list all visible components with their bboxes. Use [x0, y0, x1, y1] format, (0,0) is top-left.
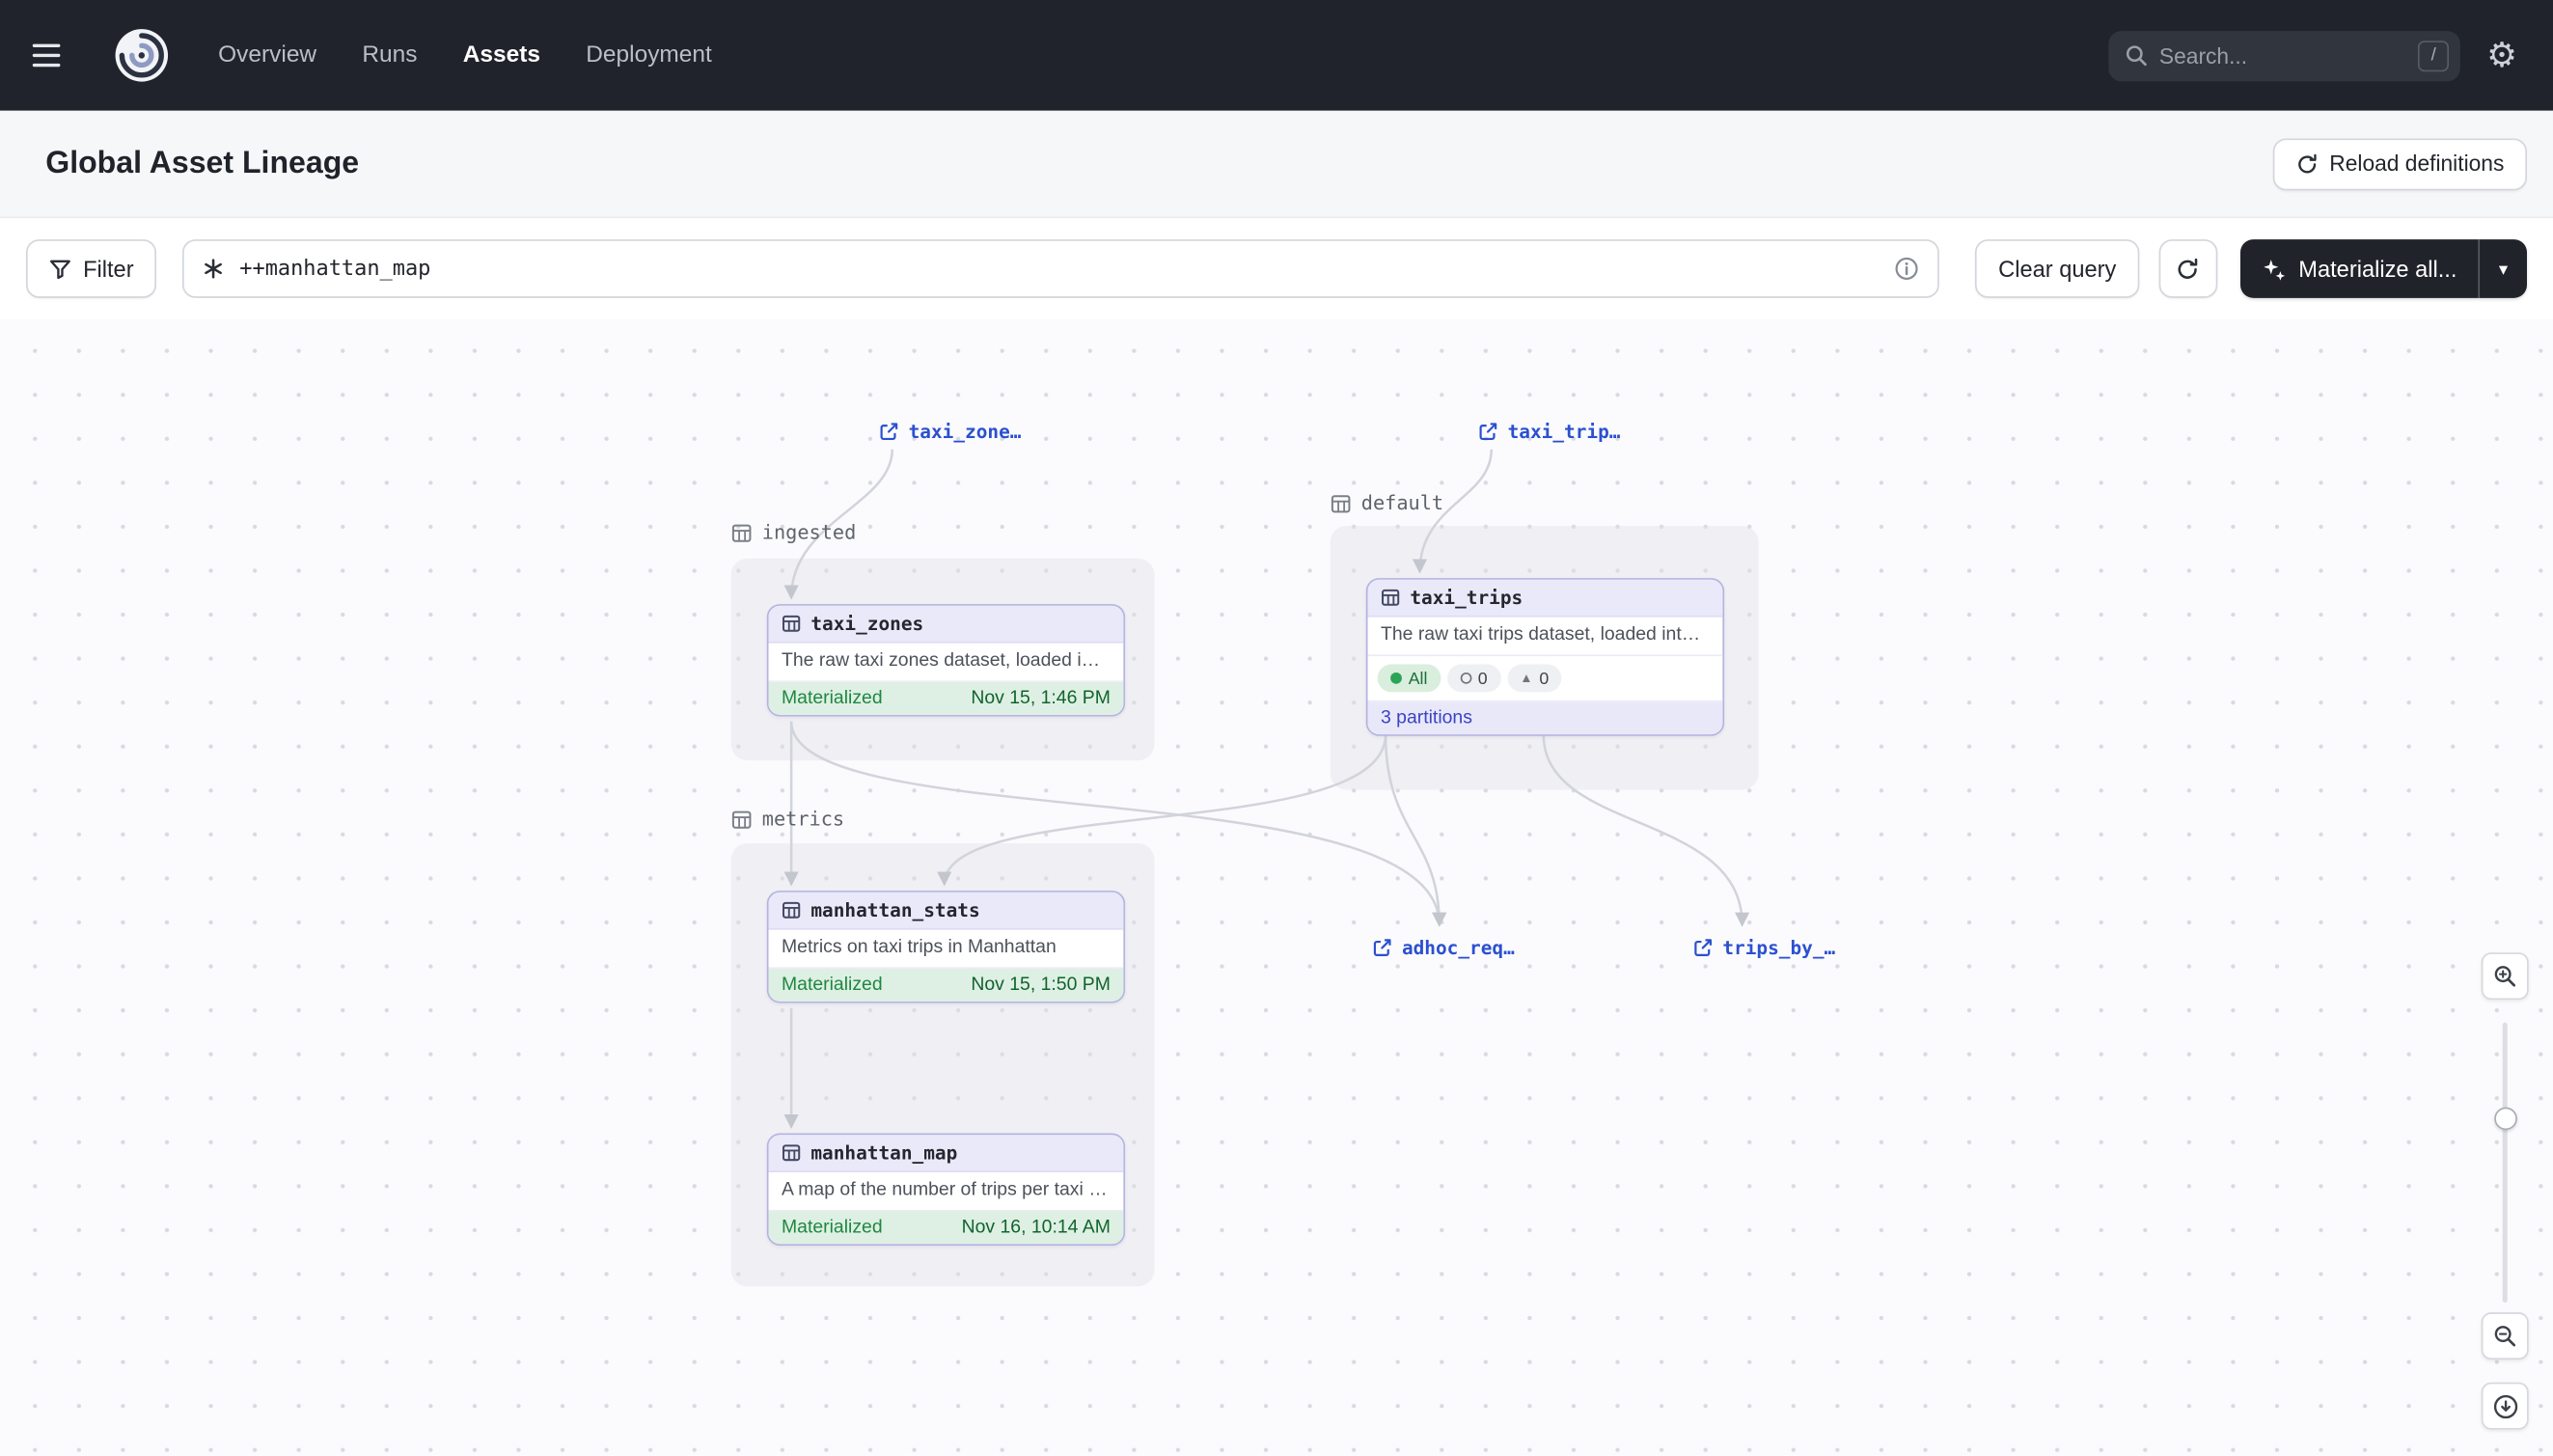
external-link-icon — [1693, 938, 1713, 957]
filter-funnel-icon — [49, 258, 72, 281]
asset-name: manhattan_map — [810, 1141, 957, 1165]
external-asset-taxi_trip_file[interactable]: taxi_trip… — [1478, 420, 1620, 443]
settings-gear-icon[interactable]: ⚙ — [2486, 39, 2517, 72]
materialize-all-button[interactable]: Materialize all... — [2240, 239, 2479, 298]
group-grid-icon — [1331, 492, 1352, 513]
group-label-metrics[interactable]: metrics — [731, 808, 844, 831]
materialized-timestamp: Nov 15, 1:46 PM — [971, 689, 1111, 708]
asset-node-taxi_trips[interactable]: taxi_trips The raw taxi trips dataset, l… — [1366, 578, 1724, 736]
asset-selection-box[interactable] — [182, 239, 1939, 298]
group-label-ingested[interactable]: ingested — [731, 521, 857, 544]
materialized-timestamp: Nov 15, 1:50 PM — [971, 975, 1111, 995]
nav-deployment[interactable]: Deployment — [586, 42, 712, 69]
materialize-all-split-button: Materialize all... ▾ — [2240, 239, 2527, 298]
page-header: Global Asset Lineage Reload definitions — [0, 111, 2553, 218]
partitions-summary: 3 partitions — [1381, 708, 1472, 728]
group-name: metrics — [762, 808, 844, 831]
external-link-icon — [1373, 938, 1392, 957]
asset-name: taxi_zones — [810, 613, 923, 636]
zoom-slider-track[interactable] — [2503, 1023, 2508, 1303]
materialize-dropdown-caret-icon[interactable]: ▾ — [2478, 239, 2527, 298]
menu-icon[interactable] — [33, 34, 75, 76]
dagster-app: Overview Runs Assets Deployment / ⚙ Glob… — [0, 0, 2553, 1456]
nav-overview[interactable]: Overview — [218, 42, 316, 69]
recenter-view-button[interactable] — [2482, 1383, 2529, 1430]
search-input[interactable] — [2159, 43, 2407, 68]
asset-description: The raw taxi trips dataset, loaded into … — [1368, 618, 1723, 657]
dagster-logo[interactable] — [114, 28, 169, 83]
refresh-icon — [2295, 152, 2319, 176]
page-title: Global Asset Lineage — [45, 146, 2272, 181]
asset-description: The raw taxi zones dataset, loaded int..… — [769, 644, 1124, 683]
refresh-button[interactable] — [2158, 239, 2217, 298]
global-search[interactable]: / — [2109, 30, 2461, 80]
external-asset-trips_by_week[interactable]: trips_by_… — [1693, 936, 1835, 959]
clear-query-label: Clear query — [1998, 256, 2116, 282]
asset-description: A map of the number of trips per taxi z.… — [769, 1172, 1124, 1212]
nav-runs[interactable]: Runs — [362, 42, 417, 69]
materialized-status: Materialized — [782, 689, 883, 708]
filter-button[interactable]: Filter — [26, 239, 156, 298]
lineage-toolbar: Filter Clear query Materialize — [0, 218, 2553, 319]
group-grid-icon — [731, 522, 753, 543]
table-icon — [782, 614, 801, 633]
zoom-out-button[interactable] — [2482, 1312, 2529, 1360]
query-input[interactable] — [239, 257, 1880, 281]
nav-assets[interactable]: Assets — [463, 42, 540, 69]
materialized-status: Materialized — [782, 975, 883, 995]
op-selector-icon — [202, 258, 225, 281]
top-nav: Overview Runs Assets Deployment / ⚙ — [0, 0, 2553, 111]
group-grid-icon — [731, 809, 753, 830]
external-asset-label: taxi_zone… — [909, 420, 1022, 443]
zoom-slider[interactable] — [2482, 1023, 2529, 1303]
sparkle-icon — [2261, 257, 2285, 281]
external-link-icon — [879, 422, 898, 441]
lineage-graph-canvas[interactable]: ingested default metrics taxi_zone… ta — [0, 319, 2553, 1456]
refresh-icon — [2176, 257, 2200, 281]
reload-definitions-button[interactable]: Reload definitions — [2272, 138, 2527, 190]
external-asset-taxi_zone_file[interactable]: taxi_zone… — [879, 420, 1021, 443]
asset-node-manhattan_map[interactable]: manhattan_map A map of the number of tri… — [767, 1134, 1125, 1246]
warning-triangle-icon: ▲ — [1520, 672, 1532, 685]
clear-query-button[interactable]: Clear query — [1976, 239, 2139, 298]
group-name: ingested — [762, 521, 857, 544]
materialized-status: Materialized — [782, 1218, 883, 1237]
filter-label: Filter — [83, 256, 134, 282]
materialize-all-label: Materialize all... — [2298, 256, 2457, 282]
materialized-timestamp: Nov 16, 10:14 AM — [962, 1218, 1111, 1237]
info-icon[interactable] — [1894, 256, 1920, 282]
missing-circle-icon — [1460, 673, 1471, 684]
success-dot-icon — [1390, 673, 1402, 684]
external-asset-label: adhoc_req… — [1402, 936, 1515, 959]
search-icon — [2125, 44, 2148, 68]
partition-all-badge: All — [1378, 665, 1441, 693]
asset-description: Metrics on taxi trips in Manhattan — [769, 930, 1124, 970]
external-asset-adhoc_request[interactable]: adhoc_req… — [1373, 936, 1515, 959]
main-nav: Overview Runs Assets Deployment — [218, 42, 712, 69]
asset-name: manhattan_stats — [810, 899, 979, 922]
asset-name: taxi_trips — [1410, 587, 1523, 610]
lineage-edges — [0, 319, 2553, 1456]
external-asset-label: taxi_trip… — [1508, 420, 1621, 443]
table-icon — [1381, 588, 1400, 607]
external-asset-label: trips_by_… — [1722, 936, 1835, 959]
partition-status-row: All 0 ▲ 0 — [1368, 656, 1723, 701]
partition-failed-badge: ▲ 0 — [1507, 665, 1562, 693]
asset-node-manhattan_stats[interactable]: manhattan_stats Metrics on taxi trips in… — [767, 891, 1125, 1003]
search-shortcut-key: / — [2418, 40, 2449, 70]
asset-node-taxi_zones[interactable]: taxi_zones The raw taxi zones dataset, l… — [767, 604, 1125, 716]
partition-missing-badge: 0 — [1447, 665, 1500, 693]
table-icon — [782, 900, 801, 920]
group-name: default — [1361, 492, 1443, 515]
reload-definitions-label: Reload definitions — [2329, 151, 2504, 176]
external-link-icon — [1478, 422, 1497, 441]
table-icon — [782, 1143, 801, 1163]
zoom-slider-thumb[interactable] — [2493, 1108, 2516, 1131]
group-label-default[interactable]: default — [1331, 492, 1443, 515]
zoom-in-button[interactable] — [2482, 952, 2529, 1000]
